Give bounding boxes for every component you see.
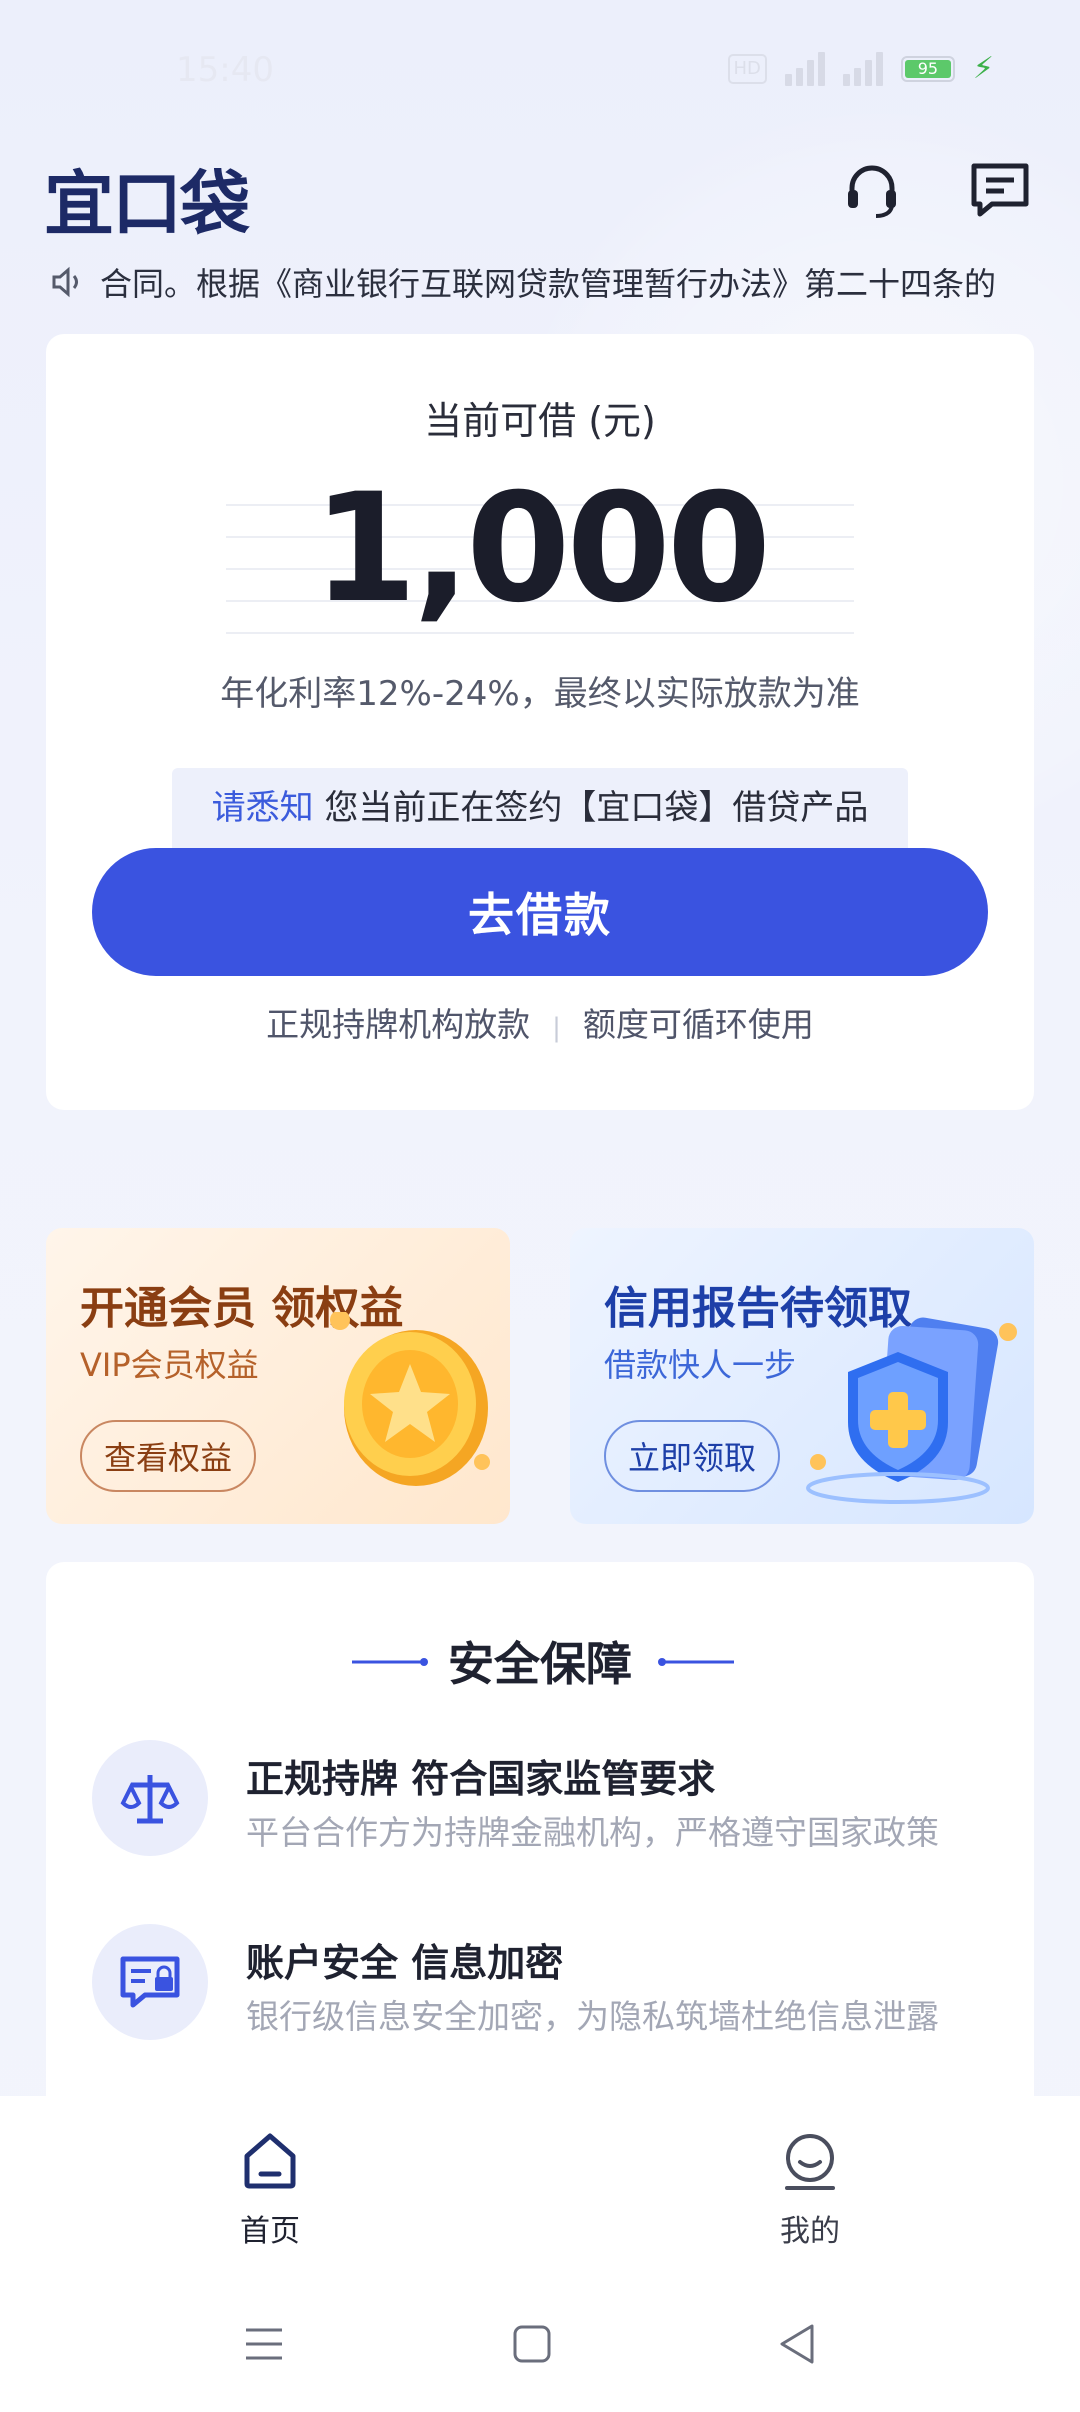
app-screen: 15:40 HD 95 ⚡ 宜口袋 合同。根据《商业银行互联网贷款管理暂行办法》… bbox=[0, 0, 1080, 2412]
gold-coin-icon bbox=[330, 1312, 490, 1486]
scale-icon bbox=[92, 1740, 208, 1856]
system-nav-bar bbox=[0, 2276, 1080, 2412]
shield-icon bbox=[806, 1317, 1017, 1504]
security-title: 安全保障 bbox=[448, 1637, 632, 1691]
claim-report-button[interactable]: 立即领取 bbox=[604, 1420, 781, 1492]
charging-icon: ⚡ bbox=[972, 51, 994, 86]
security-item-title: 账户安全 信息加密 bbox=[246, 1941, 564, 1985]
battery-level: 95 bbox=[904, 60, 951, 78]
feature-revolving: 额度可循环使用 bbox=[582, 1005, 814, 1044]
headset-icon[interactable] bbox=[840, 158, 904, 222]
interest-rate-text: 年化利率12%-24%，最终以实际放款为准 bbox=[220, 674, 860, 714]
security-item: 账户安全 信息加密 银行级信息安全加密，为隐私筑墙杜绝信息泄露 bbox=[92, 1924, 992, 2044]
home-icon bbox=[244, 2133, 296, 2189]
status-time: 15:40 bbox=[176, 50, 274, 90]
vip-promo-card[interactable]: 开通会员 领权益 VIP会员权益 查看权益 bbox=[46, 1228, 510, 1524]
loan-card: 当前可借 (元) 1,000 年化利率12%-24%，最终以实际放款为准 请悉知… bbox=[46, 334, 1034, 1110]
app-logo: 宜口袋 bbox=[44, 163, 250, 245]
tip-text: 您当前正在签约【宜口袋】借贷产品 bbox=[313, 788, 869, 828]
security-card: 安全保障 正规持牌 符合国家监管要求 平台合作方为持牌金融机构，严格遵守国家政策 bbox=[46, 1562, 1034, 2122]
title-decoration bbox=[658, 1658, 734, 1666]
signing-tip: 请悉知 您当前正在签约【宜口袋】借贷产品 bbox=[172, 768, 908, 854]
notice-text: 合同。根据《商业银行互联网贷款管理暂行办法》第二十四条的 bbox=[100, 265, 997, 303]
feature-licensed: 正规持牌机构放款 bbox=[266, 1005, 531, 1044]
back-icon[interactable] bbox=[770, 2316, 826, 2372]
status-indicators: HD 95 ⚡ bbox=[727, 51, 994, 86]
notice-marquee[interactable]: 合同。根据《商业银行互联网贷款管理暂行办法》第二十四条的 bbox=[48, 256, 1038, 308]
status-bar: 15:40 HD 95 ⚡ bbox=[0, 0, 1080, 140]
security-item: 正规持牌 符合国家监管要求 平台合作方为持牌金融机构，严格遵守国家政策 bbox=[92, 1740, 992, 1860]
vip-promo-subtitle: VIP会员权益 bbox=[80, 1346, 259, 1384]
id-lock-icon bbox=[92, 1924, 208, 2040]
security-item-desc: 银行级信息安全加密，为隐私筑墙杜绝信息泄露 bbox=[246, 1997, 939, 2036]
profile-icon bbox=[785, 2134, 835, 2190]
home-square-icon[interactable] bbox=[504, 2316, 560, 2372]
divider: | bbox=[552, 1013, 561, 1043]
tip-highlight[interactable]: 请悉知 bbox=[212, 788, 314, 828]
tab-profile[interactable]: 我的 bbox=[730, 2130, 890, 2250]
tab-home-label: 首页 bbox=[240, 2214, 300, 2249]
available-amount: 1,000 bbox=[312, 462, 771, 636]
battery-icon: 95 bbox=[900, 56, 955, 82]
signal-icon bbox=[842, 52, 883, 86]
menu-icon[interactable] bbox=[236, 2316, 292, 2372]
bottom-nav: 首页 我的 bbox=[0, 2096, 1080, 2276]
hd-badge: HD bbox=[727, 54, 767, 84]
borrow-button[interactable]: 去借款 bbox=[92, 848, 988, 976]
message-icon[interactable] bbox=[968, 158, 1032, 222]
speaker-icon bbox=[52, 266, 78, 298]
security-item-title: 正规持牌 符合国家监管要求 bbox=[246, 1757, 716, 1801]
credit-promo-subtitle: 借款快人一步 bbox=[604, 1346, 797, 1384]
credit-report-promo-card[interactable]: 信用报告待领取 借款快人一步 立即领取 bbox=[570, 1228, 1034, 1524]
signal-icon bbox=[784, 52, 825, 86]
tab-home[interactable]: 首页 bbox=[190, 2130, 350, 2250]
view-benefits-button[interactable]: 查看权益 bbox=[80, 1420, 257, 1492]
tab-profile-label: 我的 bbox=[780, 2214, 840, 2249]
loan-features: 正规持牌机构放款 | 额度可循环使用 bbox=[46, 998, 1034, 1046]
security-item-desc: 平台合作方为持牌金融机构，严格遵守国家政策 bbox=[246, 1813, 939, 1852]
available-amount-label: 当前可借 (元) bbox=[424, 399, 656, 443]
